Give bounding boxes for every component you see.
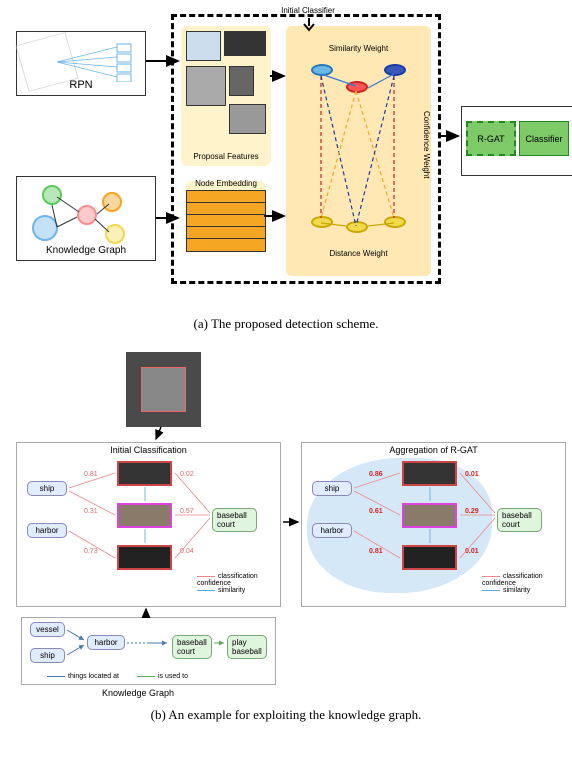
kg-label: Knowledge Graph <box>17 245 155 256</box>
node-embedding-region: Node Embedding <box>186 181 266 251</box>
initial-classification-panel: Initial Classification ship harbor baseb… <box>16 442 281 607</box>
legend-similarity: similarity <box>503 587 530 594</box>
caption-b: (b) An example for exploiting the knowle… <box>0 707 572 723</box>
legend-located-at: things located at <box>47 673 119 680</box>
legend-similarity: similarity <box>218 587 245 594</box>
input-image-proposal <box>141 367 186 412</box>
caption-a: (a) The proposed detection scheme. <box>0 316 572 332</box>
legend: classification confidence similarity <box>482 573 565 594</box>
rgat-box: R-GAT <box>466 121 516 156</box>
rpn-box: RPN <box>16 31 146 96</box>
legend-used-to: is used to <box>137 673 188 680</box>
legend: classification confidence similarity <box>197 573 280 594</box>
proposal-thumb <box>186 66 226 106</box>
kg-arrows <box>22 618 282 678</box>
weight-graph-region: Similarity Weight Distance Weight <box>286 26 431 276</box>
confidence-weight-label: Confidence Weight <box>422 111 431 178</box>
kg-title: Knowledge Graph <box>102 688 174 698</box>
diagram-a: RPN Knowledge Graph Proposal Features No… <box>6 6 566 306</box>
kg-panel: vessel ship harbor baseball court play b… <box>21 617 276 685</box>
input-image <box>126 352 201 427</box>
proposal-thumb <box>229 104 266 134</box>
classifier-box: Classifier <box>519 121 569 156</box>
weight-graph-edges <box>286 26 431 276</box>
proposal-features-region: Proposal Features <box>181 26 271 166</box>
rgat-label: R-GAT <box>477 134 504 144</box>
rgat-panel: Aggregation of R-GAT ship harbor basebal… <box>301 442 566 607</box>
rpn-rays-icon <box>57 42 137 82</box>
rpn-label: RPN <box>17 79 145 91</box>
proposal-thumb <box>229 66 254 96</box>
proposal-thumb <box>224 31 266 56</box>
proposal-thumb <box>186 31 221 61</box>
arrow-down-icon <box>302 18 316 32</box>
kg-edges-icon <box>17 177 157 247</box>
kg-box: Knowledge Graph <box>16 176 156 261</box>
classifier-label: Classifier <box>525 134 562 144</box>
initial-classifier-label: Initial Classifier <box>278 6 338 15</box>
proposal-features-label: Proposal Features <box>181 152 271 161</box>
diagram-b: Initial Classification ship harbor baseb… <box>6 347 566 697</box>
node-embedding-label: Node Embedding <box>186 179 266 188</box>
